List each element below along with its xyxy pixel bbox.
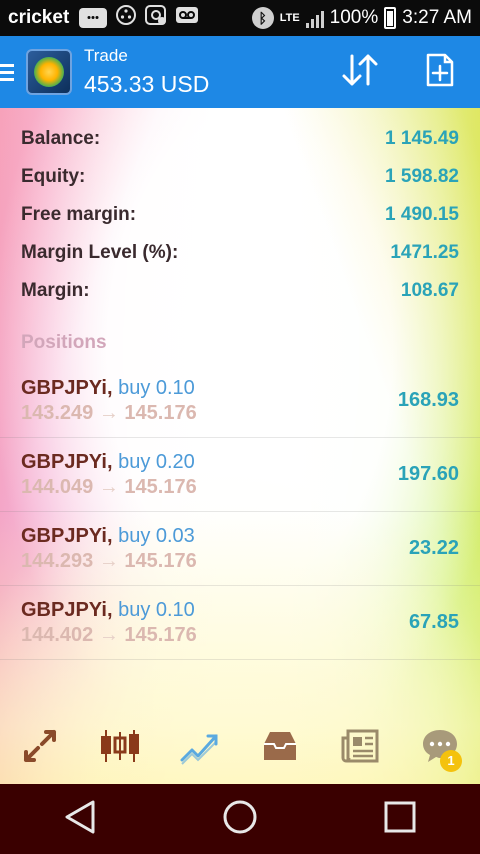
arrow-right-icon: → <box>98 623 119 646</box>
summary-row-margin-level: Margin Level (%): 1471.25 <box>0 234 480 272</box>
news-button[interactable] <box>330 718 390 778</box>
position-symbol: GBPJPYi, <box>21 598 113 621</box>
voicemail-dots-icon <box>115 4 137 32</box>
voicemail-icon <box>175 5 199 31</box>
positions-list: GBPJPYi, buy 0.10 143.249 → 145.176 168.… <box>0 364 480 660</box>
android-nav-bar <box>0 784 480 854</box>
hamburger-menu-icon[interactable] <box>0 63 16 81</box>
network-type-label: LTE <box>279 11 300 24</box>
trade-trend-icon <box>178 726 222 771</box>
position-open-price: 143.249 <box>21 401 94 424</box>
position-side: buy 0.10 <box>118 598 195 621</box>
summary-label: Equity: <box>21 166 86 187</box>
arrow-right-icon: → <box>98 475 119 498</box>
arrow-right-icon: → <box>98 549 119 572</box>
account-summary: Balance: 1 145.49 Equity: 1 598.82 Free … <box>0 120 480 310</box>
recents-square-icon <box>383 800 417 839</box>
position-profit: 23.22 <box>408 537 459 559</box>
summary-label: Free margin: <box>21 204 137 225</box>
summary-row-equity: Equity: 1 598.82 <box>0 158 480 196</box>
bluetooth-icon: ᛒ <box>251 7 274 29</box>
summary-value: 108.67 <box>400 280 459 301</box>
position-current-price: 145.176 <box>124 475 197 498</box>
position-open-price: 144.402 <box>21 623 94 646</box>
position-row[interactable]: GBPJPYi, buy 0.20 144.049 → 145.176 197.… <box>0 438 480 512</box>
news-icon <box>340 728 380 769</box>
back-button[interactable] <box>35 784 125 854</box>
chart-candles-icon <box>98 726 142 771</box>
recents-button[interactable] <box>355 784 445 854</box>
sort-arrows-icon <box>340 52 380 93</box>
position-open-price: 144.293 <box>21 549 94 572</box>
signal-icon <box>305 8 324 28</box>
summary-value: 1 598.82 <box>385 166 459 187</box>
header-title-block: Trade 453.33 USD <box>84 46 209 99</box>
back-triangle-icon <box>63 799 97 840</box>
summary-value: 1 145.49 <box>385 128 459 149</box>
position-row[interactable]: GBPJPYi, buy 0.10 144.402 → 145.176 67.8… <box>0 586 480 660</box>
chart-button[interactable] <box>90 718 150 778</box>
position-symbol: GBPJPYi, <box>21 376 113 399</box>
summary-label: Margin Level (%): <box>21 242 179 263</box>
arrow-right-icon: → <box>98 401 119 424</box>
quotes-arrows-icon <box>20 726 60 771</box>
position-symbol: GBPJPYi, <box>21 524 113 547</box>
chat-badge: 1 <box>440 750 462 772</box>
positions-section-title: Positions <box>21 332 107 353</box>
new-order-button[interactable] <box>400 36 480 108</box>
home-button[interactable] <box>195 784 285 854</box>
position-row[interactable]: GBPJPYi, buy 0.03 144.293 → 145.176 23.2… <box>0 512 480 586</box>
position-row[interactable]: GBPJPYi, buy 0.10 143.249 → 145.176 168.… <box>0 364 480 438</box>
bottom-toolbar: 1 <box>0 712 480 784</box>
position-current-price: 145.176 <box>124 549 197 572</box>
quotes-button[interactable] <box>10 718 70 778</box>
position-side: buy 0.20 <box>118 450 195 473</box>
position-profit: 197.60 <box>397 463 459 485</box>
sync-notification-icon <box>145 4 167 32</box>
app-header: Trade 453.33 USD <box>0 36 480 108</box>
position-profit: 168.93 <box>397 389 459 411</box>
battery-icon <box>384 7 397 29</box>
message-icon <box>79 8 108 28</box>
history-button[interactable] <box>250 718 310 778</box>
clock: 3:27 AM <box>402 7 472 28</box>
summary-value: 1471.25 <box>390 242 459 263</box>
battery-percent: 100% <box>329 7 379 28</box>
position-side: buy 0.10 <box>118 376 195 399</box>
profit-total: 453.33 USD <box>84 70 210 97</box>
position-current-price: 145.176 <box>124 401 197 424</box>
metatrader-logo[interactable] <box>26 49 72 95</box>
chat-button[interactable]: 1 <box>410 718 470 778</box>
summary-label: Balance: <box>21 128 101 149</box>
carrier-label: cricket <box>8 7 70 28</box>
summary-row-margin: Margin: 108.67 <box>0 272 480 310</box>
position-profit: 67.85 <box>408 611 459 633</box>
position-current-price: 145.176 <box>124 623 197 646</box>
home-circle-icon <box>222 799 258 840</box>
page-title: Trade <box>84 45 128 65</box>
summary-row-balance: Balance: 1 145.49 <box>0 120 480 158</box>
summary-value: 1 490.15 <box>385 204 459 225</box>
history-inbox-icon <box>260 728 300 769</box>
sort-button[interactable] <box>320 36 400 108</box>
position-open-price: 144.049 <box>21 475 94 498</box>
new-order-icon <box>425 53 455 92</box>
summary-row-free-margin: Free margin: 1 490.15 <box>0 196 480 234</box>
status-bar: cricket ᛒ LTE 100% 3:27 AM <box>0 0 480 36</box>
summary-label: Margin: <box>21 280 90 301</box>
position-side: buy 0.03 <box>118 524 195 547</box>
trade-button[interactable] <box>170 718 230 778</box>
position-symbol: GBPJPYi, <box>21 450 113 473</box>
